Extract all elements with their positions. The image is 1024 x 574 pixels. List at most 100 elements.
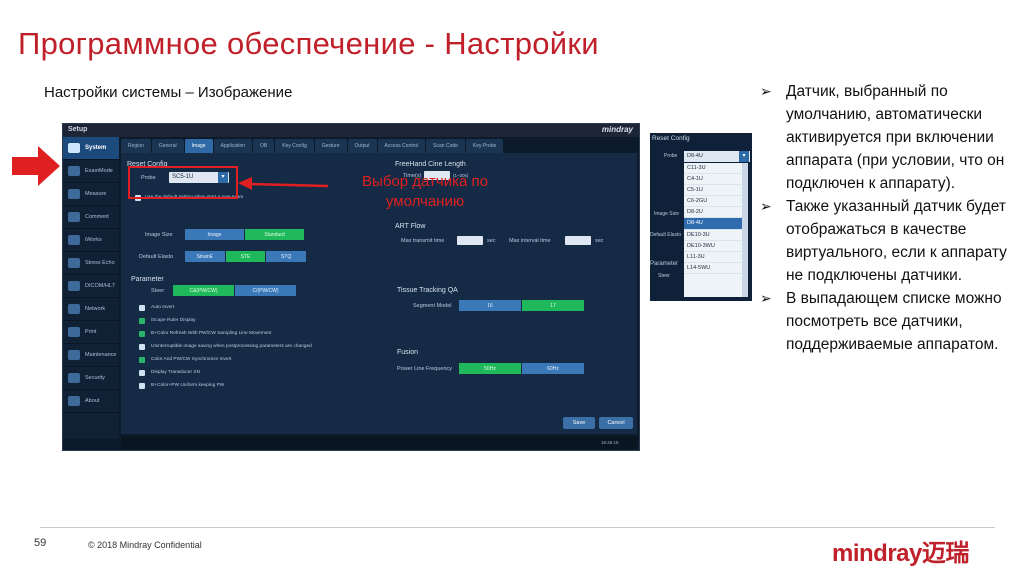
sidebar-item-maintenance[interactable]: Maintenance	[63, 344, 119, 367]
power-option-60hz[interactable]: 60Hz	[522, 363, 584, 374]
parameter-checkbox[interactable]	[139, 305, 145, 311]
segment-model-toggle[interactable]: 16 17	[459, 300, 585, 311]
tab-general[interactable]: General	[151, 139, 184, 153]
image-size-option-standard[interactable]: Standard	[245, 229, 304, 240]
sidebar-item-about[interactable]: About	[63, 390, 119, 413]
sidebar-item-security[interactable]: Security	[63, 367, 119, 390]
setup-titlebar: Setup mindray	[63, 124, 639, 137]
image-size-option-image[interactable]: Image	[185, 229, 244, 240]
sidebar-item-comment[interactable]: Comment	[63, 206, 119, 229]
parameter-checkbox-label: iScape Ruler Display	[151, 318, 196, 323]
parameter-checkbox-label: Auto Invert	[151, 305, 175, 310]
parameter-checkbox[interactable]	[139, 370, 145, 376]
tab-key-probe[interactable]: Key Probe	[465, 139, 504, 153]
brand-logo: mindray	[601, 125, 633, 134]
bullet-text: В выпадающем списке можно посмотреть все…	[786, 290, 1002, 353]
heart-icon	[68, 258, 80, 268]
probe-option[interactable]: L11-3U	[684, 252, 742, 263]
parameter-checkbox-label: B+Color+PW Uniform keeping PW	[151, 383, 225, 388]
inset-probe-dropdown[interactable]: D8-4U ▾	[684, 151, 750, 162]
tissue-tracking-title: Tissue Tracking QA	[397, 287, 458, 294]
art-flow-title: ART Flow	[395, 223, 426, 230]
segment-option-16[interactable]: 16	[459, 300, 521, 311]
steer-toggle[interactable]: C&(PW/CW) C/(PW/CW)	[173, 285, 297, 296]
tab-ob[interactable]: OB	[253, 139, 275, 153]
bullet-item: ➢ В выпадающем списке можно посмотреть вс…	[760, 287, 1010, 356]
inset-parameter-label: Parameter	[650, 261, 679, 267]
maintenance-icon	[68, 350, 80, 360]
power-option-50hz[interactable]: 50Hz	[459, 363, 521, 374]
parameter-checkbox[interactable]	[139, 344, 145, 350]
sidebar-item-label: About	[85, 398, 100, 404]
annotation-text: Выбор датчика по умолчанию	[362, 173, 488, 210]
probe-option[interactable]: C4-1U	[684, 174, 742, 186]
sidebar-item-iworks[interactable]: iWorks	[63, 229, 119, 252]
sidebar-item-dicom-hl7[interactable]: DICOM/HL7	[63, 275, 119, 298]
sidebar-item-label: Measure	[85, 191, 107, 197]
image-size-toggle[interactable]: Image Standard	[185, 229, 305, 240]
tab-scan-code[interactable]: Scan Code	[426, 139, 465, 153]
probe-highlight-box	[128, 166, 238, 199]
sidebar-item-label: ExamMode	[85, 168, 113, 174]
max-transmit-input[interactable]	[457, 236, 483, 245]
freehand-title: FreeHand Cine Length	[395, 161, 466, 168]
tab-application[interactable]: Application	[213, 139, 253, 153]
sidebar-item-exammode[interactable]: ExamMode	[63, 160, 119, 183]
tab-key-config[interactable]: Key Config	[275, 139, 314, 153]
sidebar-item-label: System	[85, 145, 107, 151]
elasto-option-ste[interactable]: STE	[225, 251, 266, 262]
save-button[interactable]: Save	[563, 417, 595, 429]
probe-option[interactable]: DE10-3WU	[684, 241, 742, 252]
cancel-button[interactable]: Cancel	[599, 417, 633, 429]
grid-icon	[68, 235, 80, 245]
probe-option[interactable]: C11-3U	[684, 163, 742, 175]
chevron-down-icon: ▾	[739, 151, 749, 162]
tab-gesture[interactable]: Gesture	[314, 139, 347, 153]
parameter-checkbox[interactable]	[139, 383, 145, 389]
parameter-checkbox[interactable]	[139, 331, 145, 337]
slide-title: Программное обеспечение - Настройки	[18, 26, 599, 61]
inset-title: Reset Config	[652, 135, 690, 142]
power-line-toggle[interactable]: 50Hz 60Hz	[459, 363, 585, 374]
measure-icon	[68, 189, 80, 199]
segment-option-17[interactable]: 17	[522, 300, 584, 311]
image-size-label: Image Size	[145, 232, 173, 238]
sidebar-item-system[interactable]: System	[63, 137, 119, 160]
page-number: 59	[34, 537, 47, 549]
setup-sidebar: System ExamMode Measure Comment iWorks Stress…	[63, 137, 119, 439]
tab-output[interactable]: Output	[347, 139, 377, 153]
steer-option-separate[interactable]: C/(PW/CW)	[235, 285, 296, 296]
sidebar-item-label: Security	[85, 375, 105, 381]
probe-option[interactable]: D8-2U	[684, 207, 742, 219]
bullet-item: ➢ Также указанный датчик будет отображать…	[760, 195, 1010, 287]
steer-option-combined[interactable]: C&(PW/CW)	[173, 285, 234, 296]
max-interval-input[interactable]	[565, 236, 591, 245]
default-elasto-toggle[interactable]: StrainE STE STQ	[185, 251, 307, 262]
elasto-option-stq[interactable]: STQ	[266, 251, 307, 262]
dicom-icon	[68, 281, 80, 291]
sidebar-item-network[interactable]: Network	[63, 298, 119, 321]
bullet-list: ➢ Датчик, выбранный по умолчанию, автомат…	[760, 80, 1010, 356]
sidebar-item-stress-echo[interactable]: Stress Echo	[63, 252, 119, 275]
sidebar-item-measure[interactable]: Measure	[63, 183, 119, 206]
sidebar-item-label: Comment	[85, 214, 109, 220]
inset-steer-label: Steer	[658, 273, 670, 279]
tab-image[interactable]: Image	[184, 139, 213, 153]
sidebar-item-print[interactable]: Print	[63, 321, 119, 344]
steer-label: Steer	[151, 288, 165, 294]
probe-option[interactable]: C5-1U	[684, 185, 742, 197]
parameter-checkbox[interactable]	[139, 357, 145, 363]
probe-option[interactable]: L14-5WU	[684, 263, 742, 274]
probe-list-scrollbar[interactable]	[742, 163, 748, 297]
max-transmit-label: Max transmit time	[401, 238, 445, 244]
probe-option[interactable]: DE10-3U	[684, 230, 742, 241]
parameter-checkbox[interactable]	[139, 318, 145, 324]
bullet-arrow-icon: ➢	[760, 198, 772, 214]
probe-option[interactable]: D8-4U	[684, 218, 742, 230]
pointer-arrow-icon	[12, 146, 60, 186]
elasto-option-straine[interactable]: StrainE	[185, 251, 225, 262]
tab-region[interactable]: Region	[121, 139, 151, 153]
parameter-title: Parameter	[131, 276, 164, 283]
probe-option[interactable]: C6-2GU	[684, 196, 742, 208]
tab-access-control[interactable]: Access Control	[377, 139, 426, 153]
